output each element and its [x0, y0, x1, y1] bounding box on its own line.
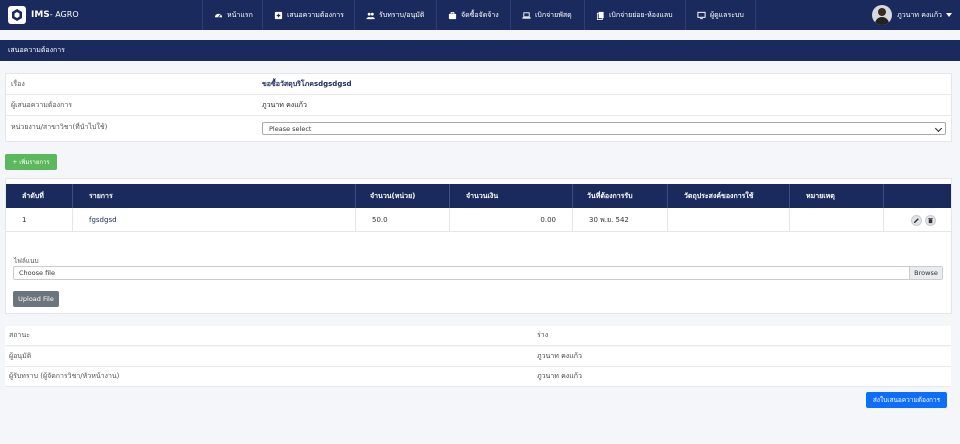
- add-item-button[interactable]: + เพิ่มรายการ: [5, 154, 57, 170]
- file-input[interactable]: Choose file Browse: [13, 266, 943, 280]
- page-title: เสนอความต้องการ: [0, 40, 960, 61]
- briefcase-icon: [448, 11, 457, 19]
- requester-label: ผู้เสนอความต้องการ: [11, 100, 73, 109]
- brand-logo-icon: [8, 6, 26, 24]
- avatar: [872, 5, 893, 25]
- cell-note: [790, 208, 884, 232]
- subject-value: ขอซื้อวัสดุบริโภคsdgsdgsd: [262, 79, 352, 88]
- user-menu[interactable]: ภูวนาท คงแก้ว: [872, 4, 952, 26]
- nav-label: เบิกจ่ายพัสดุ: [535, 10, 572, 19]
- brand[interactable]: IMS- AGRO: [8, 4, 79, 26]
- cell-item: fgsdgsd: [73, 208, 356, 232]
- info-row-acknowledger: ผู้รับทราบ (ผู้จัดการวิชา/หัวหน้างาน) ภู…: [5, 367, 951, 387]
- subject-label: เรื่อง: [11, 79, 25, 88]
- unit-select[interactable]: Please select: [262, 122, 946, 135]
- col-header-note: หมายเหตุ: [790, 184, 884, 208]
- cell-no: 1: [6, 208, 73, 232]
- requester-value: ภูวนาท คงแก้ว: [262, 100, 307, 109]
- col-header-actions: [884, 184, 951, 208]
- cell-date: 30 พ.ย. 542: [573, 208, 668, 232]
- nav-admin[interactable]: ผู้ดูแลระบบ: [685, 0, 756, 30]
- col-header-qty: จำนวน(หน่วย): [356, 184, 450, 208]
- col-header-date: วันที่ต้องการรับ: [573, 184, 668, 208]
- submit-request-button[interactable]: ส่งใบเสนอความต้องการ: [866, 392, 947, 408]
- user-name: ภูวนาท คงแก้ว: [897, 10, 942, 19]
- cell-actions: [884, 208, 951, 232]
- nav-label: เสนอความต้องการ: [287, 10, 344, 19]
- trash-icon: [928, 217, 933, 223]
- browse-button[interactable]: Browse: [909, 267, 942, 279]
- desktop-icon: [697, 11, 706, 19]
- col-header-amount: จำนวนเงิน: [450, 184, 573, 208]
- form-row-unit: หน่วยงาน/สาขาวิชา(ที่นำไปใช้) Please sel…: [6, 116, 951, 142]
- table-row: 1 fgsdgsd 50.0 0.00 30 พ.ย. 542: [6, 208, 951, 232]
- nav-lab[interactable]: เบิกจ่ายย่อย-ห้องแลบ: [584, 0, 684, 30]
- form-row-subject: เรื่อง ขอซื้อวัสดุบริโภคsdgsdgsd: [6, 74, 951, 95]
- top-navbar: IMS- AGRO หน้าแรก เสนอความต้องการ รับทรา…: [0, 0, 960, 30]
- form-row-requester: ผู้เสนอความต้องการ ภูวนาท คงแก้ว: [6, 95, 951, 116]
- attachment-label: ไฟล์แนบ: [14, 257, 39, 265]
- plus-square-icon: [274, 11, 283, 19]
- acknowledger-label: ผู้รับทราบ (ผู้จัดการวิชา/หัวหน้างาน): [9, 372, 120, 380]
- col-header-purpose: วัตถุประสงค์ของการใช้: [668, 184, 790, 208]
- status-label: สถานะ: [9, 331, 30, 339]
- cell-qty: 50.0: [356, 208, 450, 232]
- items-table-header: ลำดับที่ รายการ จำนวน(หน่วย) จำนวนเงิน ว…: [6, 184, 951, 208]
- nav-supplies[interactable]: เบิกจ่ายพัสดุ: [510, 0, 583, 30]
- nav-request[interactable]: เสนอความต้องการ: [262, 0, 355, 30]
- nav-label: เบิกจ่ายย่อย-ห้องแลบ: [609, 10, 673, 19]
- unit-label: หน่วยงาน/สาขาวิชา(ที่นำไปใช้): [11, 123, 108, 131]
- info-row-status: สถานะ ร่าง: [5, 326, 951, 346]
- acknowledger-value: ภูวนาท คงแก้ว: [537, 372, 582, 380]
- col-header-no: ลำดับที่: [6, 184, 73, 208]
- nav-label: จัดซื้อจัดจ้าง: [461, 10, 499, 19]
- dashboard-icon: [214, 13, 223, 18]
- nav-home[interactable]: หน้าแรก: [202, 0, 264, 30]
- col-header-item: รายการ: [73, 184, 356, 208]
- cell-amount: 0.00: [450, 208, 573, 232]
- pencil-icon: [913, 217, 919, 223]
- approver-label: ผู้อนุมัติ: [9, 352, 32, 360]
- nav-label: รับทราบ/อนุมัติ: [379, 10, 425, 19]
- nav-label: ผู้ดูแลระบบ: [710, 10, 744, 19]
- approver-value: ภูวนาท คงแก้ว: [537, 352, 582, 360]
- laptop-icon: [522, 11, 531, 19]
- nav-approve[interactable]: รับทราบ/อนุมัติ: [354, 0, 435, 30]
- info-row-approver: ผู้อนุมัติ ภูวนาท คงแก้ว: [5, 347, 951, 367]
- nav-label: หน้าแรก: [227, 10, 253, 19]
- copy-icon: [596, 11, 604, 20]
- caret-down-icon: [946, 13, 952, 17]
- delete-button[interactable]: [925, 214, 936, 226]
- users-icon: [366, 12, 375, 19]
- upload-file-button[interactable]: Upload File: [13, 291, 59, 307]
- brand-name: IMS- AGRO: [31, 10, 79, 20]
- nav-procurement[interactable]: จัดซื้อจัดจ้าง: [436, 0, 510, 30]
- chevron-down-icon: [934, 124, 943, 133]
- status-value: ร่าง: [537, 331, 549, 339]
- cell-purpose: [668, 208, 790, 232]
- request-form: เรื่อง ขอซื้อวัสดุบริโภคsdgsdgsd ผู้เสนอ…: [5, 73, 952, 142]
- edit-button[interactable]: [911, 214, 922, 226]
